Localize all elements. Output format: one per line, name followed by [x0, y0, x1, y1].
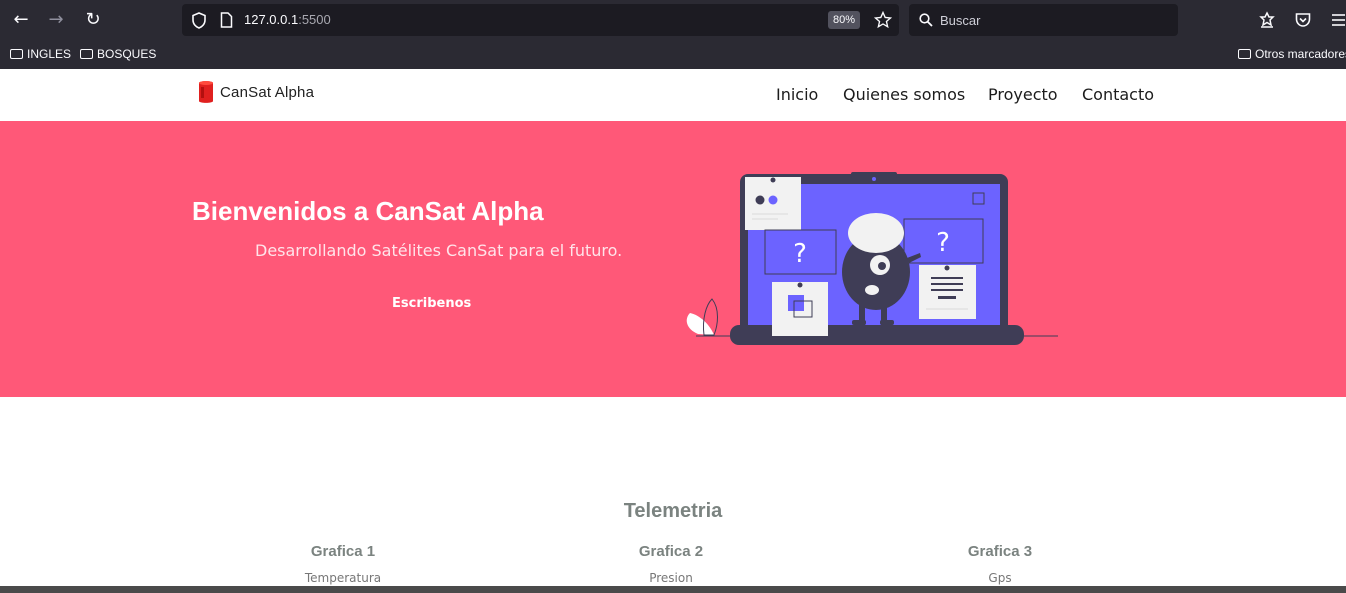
menu-icon[interactable] — [1330, 12, 1346, 28]
folder-icon — [10, 49, 23, 59]
bottom-bar — [0, 586, 1346, 593]
cansat-logo-icon — [199, 81, 213, 103]
reload-icon[interactable]: ↻ — [82, 9, 104, 31]
hero-title: Bienvenidos a CanSat Alpha — [192, 196, 544, 226]
site-logo[interactable]: CanSat Alpha — [196, 79, 314, 105]
forward-arrow-icon[interactable]: → — [45, 9, 67, 31]
svg-text:?: ? — [936, 228, 950, 258]
site-navbar: CanSat Alpha Inicio Quienes somos Proyec… — [0, 69, 1346, 121]
graph-1-subtitle: Temperatura — [304, 571, 382, 585]
browser-chrome: ← → ↻ 127.0.0.1:5500 80% Buscar INGLES B… — [0, 0, 1346, 69]
browser-toolbar: ← → ↻ 127.0.0.1:5500 80% Buscar — [0, 0, 1346, 40]
bookmarks-bar: INGLES BOSQUES Otros marcadores — [0, 40, 1346, 69]
contact-button[interactable]: Escribenos — [392, 296, 471, 311]
bookmark-label: BOSQUES — [97, 47, 157, 61]
bookmark-label: INGLES — [27, 47, 72, 61]
bookmark-other[interactable]: Otros marcadores — [1238, 47, 1346, 61]
folder-icon — [1238, 49, 1251, 59]
hero-section: Bienvenidos a CanSat Alpha Desarrollando… — [0, 121, 1346, 397]
account-icon[interactable] — [1258, 11, 1276, 29]
graph-3-subtitle: Gps — [988, 571, 1012, 585]
back-arrow-icon[interactable]: ← — [10, 9, 32, 31]
svg-text:?: ? — [793, 239, 807, 269]
search-placeholder: Buscar — [940, 13, 981, 28]
logo-text: CanSat Alpha — [220, 83, 315, 101]
graph-2-title: Grafica 2 — [638, 543, 704, 560]
nav-contacto[interactable]: Contacto — [1082, 85, 1154, 104]
telemetry-title: Telemetria — [623, 500, 723, 522]
url-text[interactable]: 127.0.0.1:5500 — [244, 12, 331, 27]
nav-proyecto[interactable]: Proyecto — [988, 85, 1058, 104]
star-icon[interactable] — [874, 11, 892, 29]
hero-subtitle: Desarrollando Satélites CanSat para el f… — [255, 241, 623, 260]
graph-1-title: Grafica 1 — [310, 543, 376, 560]
shield-icon[interactable] — [191, 12, 207, 29]
bookmark-bosques[interactable]: BOSQUES — [80, 47, 156, 61]
bookmark-ingles[interactable]: INGLES — [10, 47, 71, 61]
url-bar[interactable]: 127.0.0.1:5500 80% — [182, 4, 899, 36]
graph-2-subtitle: Presion — [649, 571, 693, 585]
url-port: :5500 — [298, 12, 331, 27]
search-icon — [919, 13, 933, 27]
graph-3-title: Grafica 3 — [967, 543, 1033, 560]
page-icon — [220, 12, 233, 28]
folder-icon — [80, 49, 93, 59]
zoom-badge[interactable]: 80% — [828, 11, 861, 29]
pocket-icon[interactable] — [1294, 11, 1312, 29]
search-bar[interactable]: Buscar — [909, 4, 1178, 36]
url-host: 127.0.0.1 — [244, 12, 299, 27]
laptop-illustration: ? ? — [686, 172, 1058, 345]
nav-quienes-somos[interactable]: Quienes somos — [843, 85, 965, 104]
nav-inicio[interactable]: Inicio — [776, 85, 818, 104]
bookmark-label: Otros marcadores — [1255, 47, 1346, 61]
